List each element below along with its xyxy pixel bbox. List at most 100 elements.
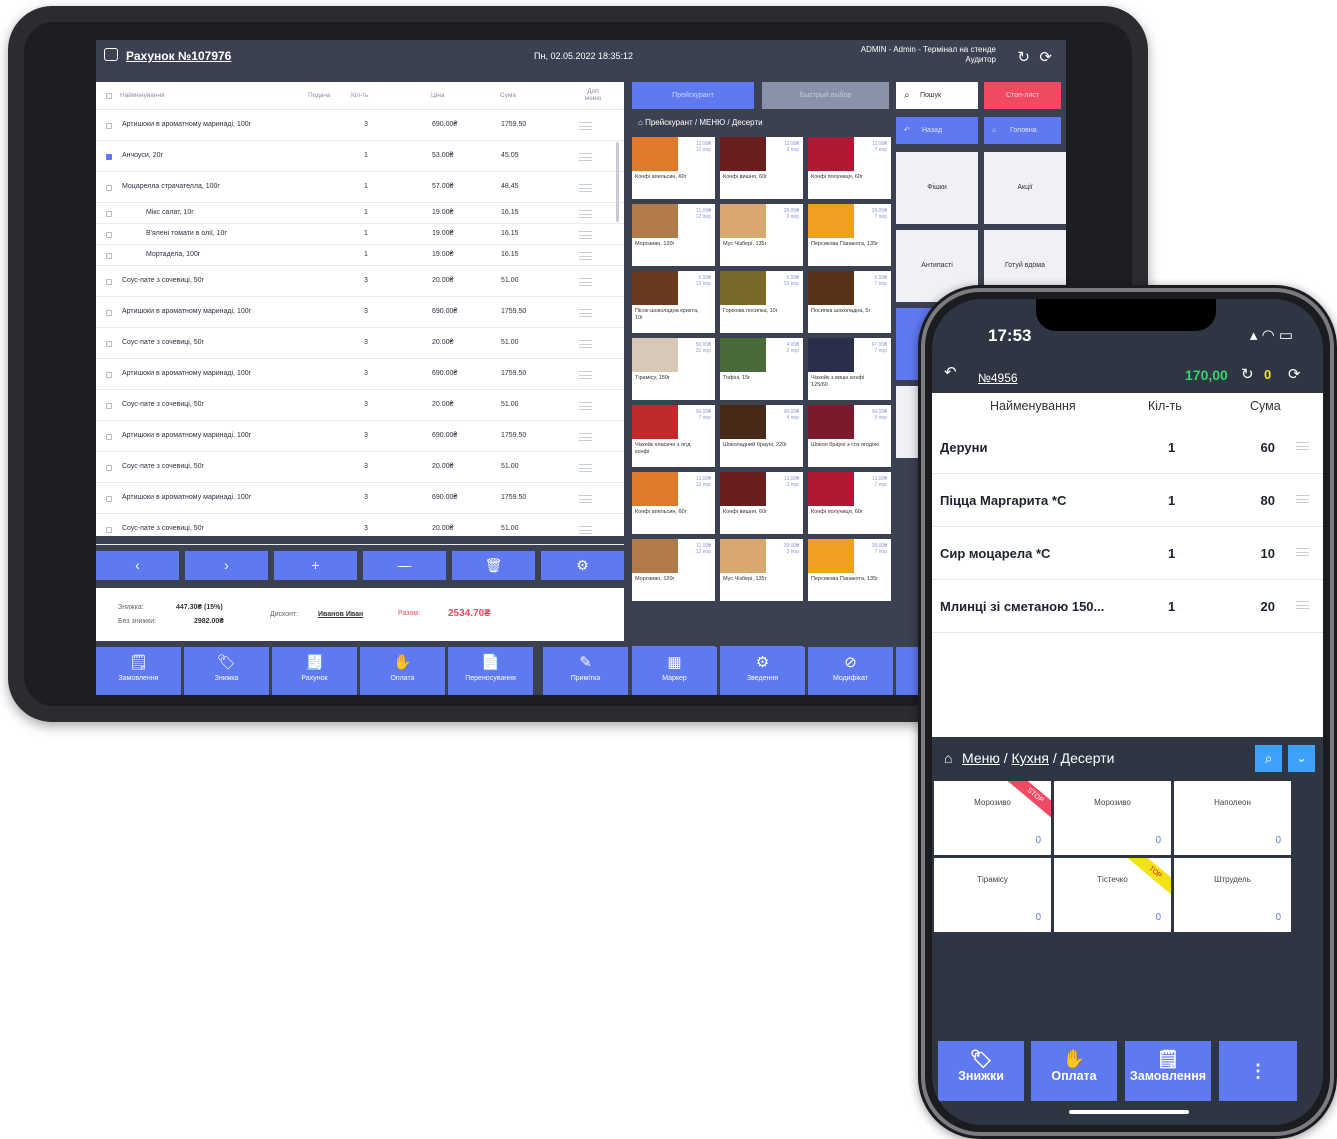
row-menu-icon[interactable] bbox=[579, 370, 592, 379]
product-tile[interactable]: 39.00₴ 7 пор Персикова Панакота, 135г bbox=[808, 539, 891, 601]
row-checkbox[interactable] bbox=[106, 252, 112, 259]
settings-button[interactable]: ⚙ bbox=[541, 551, 624, 580]
row-menu-icon[interactable] bbox=[579, 183, 592, 192]
back-icon[interactable]: ↶ bbox=[944, 363, 957, 381]
product-tile[interactable]: 11.00₴ 7 пор Конфі полуниця, 60г bbox=[808, 137, 891, 199]
sync-icon[interactable]: ↻ bbox=[1241, 365, 1254, 383]
table-row[interactable]: В'ялені томати в олії, 10г 1 19.00₴ 16.15 bbox=[96, 224, 624, 245]
category-tile[interactable]: Акції bbox=[984, 152, 1066, 224]
phone-order-row[interactable]: Сир моцарела *С 1 10 bbox=[932, 527, 1323, 580]
row-menu-icon[interactable] bbox=[1296, 548, 1309, 556]
refresh-icon[interactable]: ⟳ bbox=[1039, 48, 1052, 66]
chevron-down-icon[interactable]: ⌄ bbox=[1288, 745, 1315, 772]
product-tile[interactable]: 99.00₴ 4 пор Шоколадний брауні, 220г bbox=[720, 405, 803, 467]
row-menu-icon[interactable] bbox=[579, 401, 592, 410]
product-tile[interactable]: 39.00₴ 7 пор Персикова Панакота, 135г bbox=[808, 204, 891, 266]
table-row[interactable]: Соус-пате з сочевиці, 50г 3 20.00₴ 51.00 bbox=[96, 390, 624, 421]
pricelist-breadcrumb[interactable]: ⌂ Прейскурант / МЕНЮ / Десерти bbox=[638, 118, 888, 127]
table-row[interactable]: Соус-пате з сочевиці, 50г 3 20.00₴ 51.00 bbox=[96, 452, 624, 483]
phone-product-tile[interactable]: Морозиво 0 bbox=[1054, 781, 1171, 855]
bill-title[interactable]: Рахунок №107976 bbox=[126, 49, 231, 63]
more-button[interactable]: ⋮ bbox=[1219, 1041, 1297, 1101]
add-button[interactable]: + bbox=[274, 551, 357, 580]
phone-product-tile[interactable]: Штрудель 0 bbox=[1174, 858, 1291, 932]
bottom-button[interactable]: 🏷 Знижка bbox=[184, 647, 269, 695]
phone-bottom-button[interactable]: 🗒 Замовлення bbox=[1125, 1041, 1211, 1101]
row-menu-icon[interactable] bbox=[579, 339, 592, 348]
row-menu-icon[interactable] bbox=[579, 494, 592, 503]
table-row[interactable]: Соус-пате з сочевиці, 50г 3 20.00₴ 51.00 bbox=[96, 514, 624, 545]
back-button[interactable]: ↶ Назад bbox=[896, 117, 978, 144]
table-row[interactable]: Соус-пате з сочевиці, 50г 3 20.00₴ 51.00 bbox=[96, 266, 624, 297]
row-checkbox[interactable] bbox=[106, 231, 112, 238]
search-button[interactable]: ⌕ Пошук bbox=[896, 82, 978, 109]
bottom-button[interactable]: ⊘ Модифікат bbox=[808, 647, 893, 695]
row-menu-icon[interactable] bbox=[1296, 601, 1309, 609]
product-tile[interactable]: 11.00₴ 3 пор Конфі вишня, 60г bbox=[720, 472, 803, 534]
table-row[interactable]: Мікс салат, 10г 1 19.00₴ 16.15 bbox=[96, 203, 624, 224]
bottom-button[interactable]: ⚙ Зведення bbox=[720, 647, 805, 695]
prev-button[interactable]: ‹ bbox=[96, 551, 179, 580]
phone-product-tile[interactable]: Морозиво 0 STOP bbox=[934, 781, 1051, 855]
table-row[interactable]: Артишоки в ароматному маринаді, 100г 3 690… bbox=[96, 110, 624, 141]
product-tile[interactable]: 99.00₴ 9 пор Шокол брауні з соз ягодою bbox=[808, 405, 891, 467]
product-tile[interactable]: 6.00₴ 12 пор Пісок-шоколадна крихта, 10г bbox=[632, 271, 715, 333]
row-menu-icon[interactable] bbox=[1296, 442, 1309, 450]
phone-product-tile[interactable]: Тірамісу 0 bbox=[934, 858, 1051, 932]
product-tile[interactable]: 50.00₴ 31 пор Тірамісу, 150г bbox=[632, 338, 715, 400]
stoplist-button[interactable]: Стоп-лист bbox=[984, 82, 1061, 109]
col-serving[interactable]: Подача bbox=[308, 92, 330, 99]
row-checkbox[interactable] bbox=[106, 184, 112, 191]
row-checkbox[interactable] bbox=[106, 371, 112, 378]
row-menu-icon[interactable] bbox=[579, 463, 592, 472]
row-checkbox[interactable] bbox=[106, 278, 112, 285]
bottom-button[interactable]: ✎ Примітка bbox=[543, 647, 628, 695]
row-checkbox[interactable] bbox=[106, 433, 112, 440]
quick-select-button[interactable]: Быстрый выбор bbox=[762, 82, 889, 109]
breadcrumb-text[interactable]: Прейскурант / МЕНЮ / Десерти bbox=[645, 118, 763, 127]
bottom-button[interactable]: ▦ Маркер bbox=[632, 647, 717, 695]
phone-order-row[interactable]: Піцца Маргарита *С 1 80 bbox=[932, 474, 1323, 527]
product-tile[interactable]: 11.00₴ 7 пор Конфі полуниця, 60г bbox=[808, 472, 891, 534]
product-tile[interactable]: 11.00₴ 12 пор Морозиво, 120г bbox=[632, 204, 715, 266]
product-tile[interactable]: 39.00₴ 3 пор Мус Чізбері, 135г bbox=[720, 204, 803, 266]
product-tile[interactable]: 11.00₴ 12 пор Конфі апельсин, 60г bbox=[632, 137, 715, 199]
product-tile[interactable]: 6.00₴ 33 пор Горіхова посипка, 10г bbox=[720, 271, 803, 333]
row-checkbox[interactable] bbox=[106, 526, 112, 533]
row-menu-icon[interactable] bbox=[1296, 495, 1309, 503]
table-row[interactable]: Артишоки в ароматному маринаді, 100г 3 690… bbox=[96, 297, 624, 328]
row-menu-icon[interactable] bbox=[579, 432, 592, 441]
search-icon[interactable]: ⌕ bbox=[1255, 745, 1282, 772]
product-tile[interactable]: 99.00₴ 7 пор Чізкейк класичн з ягід конфі bbox=[632, 405, 715, 467]
row-checkbox[interactable] bbox=[106, 153, 112, 160]
bottom-button[interactable]: ✋ Оплата bbox=[360, 647, 445, 695]
row-menu-icon[interactable] bbox=[579, 230, 592, 239]
product-tile[interactable]: 11.00₴ 12 пор Конфі апельсин, 60г bbox=[632, 472, 715, 534]
bottom-button[interactable]: 🗒 Замовлення bbox=[96, 647, 181, 695]
phone-bottom-button[interactable]: 🏷 Знижки bbox=[938, 1041, 1024, 1101]
home-icon[interactable]: ⌂ bbox=[944, 750, 952, 766]
row-checkbox[interactable] bbox=[106, 402, 112, 409]
refresh-icon[interactable]: ⟳ bbox=[1288, 365, 1301, 383]
minus-button[interactable]: — bbox=[363, 551, 446, 580]
phone-order-row[interactable]: Млинці зі сметаною 150... 1 20 bbox=[932, 580, 1323, 633]
table-row[interactable]: Артишоки в ароматному маринаді, 100г 3 690… bbox=[96, 359, 624, 390]
table-row[interactable]: Анчоуси, 20г 1 53.00₴ 45.05 bbox=[96, 141, 624, 172]
product-tile[interactable]: 11.00₴ 3 пор Конфі вишня, 60г bbox=[720, 137, 803, 199]
table-row[interactable]: Мортадела, 100г 1 19.00₴ 16.15 bbox=[96, 245, 624, 266]
select-all-checkbox[interactable] bbox=[106, 93, 112, 99]
delete-button[interactable]: 🗑 bbox=[452, 551, 535, 580]
table-row[interactable]: Моцарелла страчателла, 100г 1 57.00₴ 48.45 bbox=[96, 172, 624, 203]
row-menu-icon[interactable] bbox=[579, 209, 592, 218]
phone-order-row[interactable]: Деруни 1 60 bbox=[932, 421, 1323, 474]
bottom-button[interactable]: 📄 Переносування bbox=[448, 647, 533, 695]
row-menu-icon[interactable] bbox=[579, 152, 592, 161]
crumb-menu[interactable]: Меню bbox=[962, 750, 1000, 766]
phone-bottom-button[interactable]: ✋ Оплата bbox=[1031, 1041, 1117, 1101]
row-checkbox[interactable] bbox=[106, 340, 112, 347]
row-menu-icon[interactable] bbox=[579, 277, 592, 286]
discount-card-value[interactable]: Иванов Иван bbox=[318, 611, 363, 618]
product-tile[interactable]: 6.00₴ 7 пор Посипка шоколадна, 5г bbox=[808, 271, 891, 333]
table-row[interactable]: Соус-пате з сочевиці, 50г 3 20.00₴ 51.00 bbox=[96, 328, 624, 359]
table-scrollbar[interactable] bbox=[616, 142, 619, 222]
